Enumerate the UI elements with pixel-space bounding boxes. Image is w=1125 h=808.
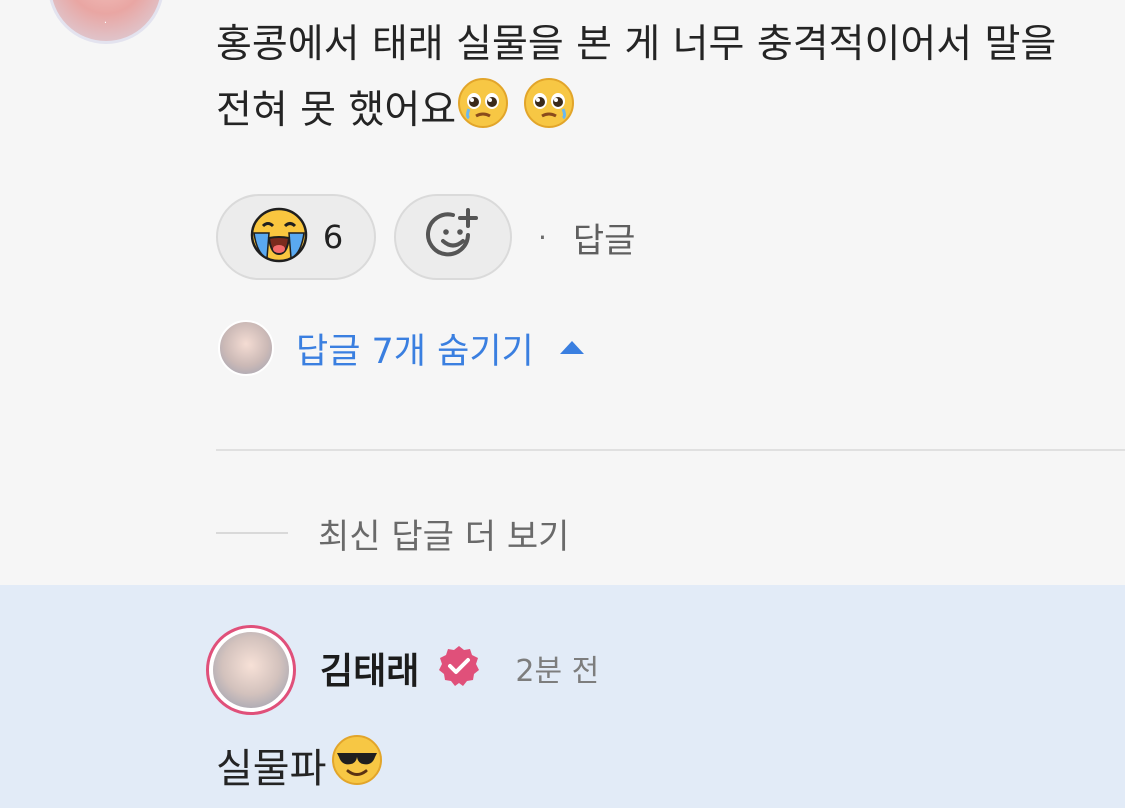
comment-actions: 6 · 답글 [216, 192, 635, 282]
add-emoji-icon [424, 206, 482, 268]
separator-dot: · [538, 220, 547, 254]
load-more-replies[interactable]: 최신 답글 더 보기 [216, 508, 569, 558]
highlighted-reply: 김태래 2분 전 실물파 [0, 585, 1125, 808]
caret-up-icon [559, 339, 584, 358]
reply-text: 실물파 [216, 746, 327, 792]
hide-replies-toggle[interactable]: 답글 7개 숨기기 [218, 320, 584, 376]
pleading-face-emoji [456, 76, 510, 149]
reply-button[interactable]: 답글 [573, 213, 636, 262]
loudly-crying-face-emoji [249, 206, 309, 268]
smiling-face-with-sunglasses-emoji [330, 733, 384, 797]
pleading-face-emoji [522, 76, 576, 149]
section-divider [216, 449, 1125, 451]
hide-replies-label: 답글 7개 숨기기 [296, 331, 534, 372]
load-more-label: 최신 답글 더 보기 [318, 516, 570, 557]
reply-body: 실물파 [216, 735, 384, 795]
reaction-button[interactable]: 6 [216, 194, 376, 280]
reply-author-name[interactable]: 김태래 [320, 642, 419, 694]
comment-body: 홍콩에서 태래 실물을 본 게 너무 충격적이어서 말을 전혀 못 했어요 [216, 14, 1096, 149]
replier-avatar [218, 320, 274, 376]
reply-header: 김태래 2분 전 [320, 641, 599, 695]
verified-badge-icon [437, 644, 481, 692]
reply-timestamp: 2분 전 [515, 654, 600, 689]
reply-author-avatar[interactable] [206, 625, 296, 715]
add-reaction-button[interactable] [394, 194, 512, 280]
reaction-count: 6 [322, 218, 344, 256]
load-more-line [216, 532, 288, 534]
comment-text: 홍콩에서 태래 실물을 본 게 너무 충격적이어서 말을 전혀 못 했어요 [216, 22, 1057, 133]
commenter-avatar[interactable]: · [48, 0, 164, 44]
